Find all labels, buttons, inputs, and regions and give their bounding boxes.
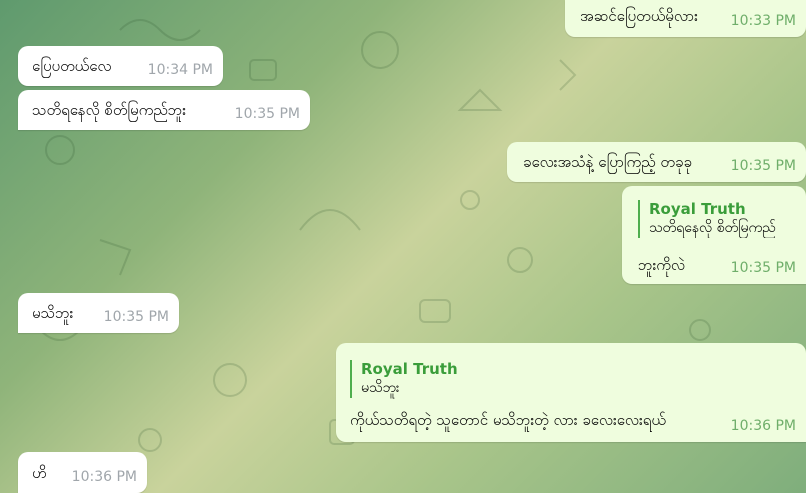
- message-bubble-incoming[interactable]: မသိဘူး 10:35 PM: [18, 293, 179, 333]
- message-bubble-outgoing-reply[interactable]: Royal Truth မသိဘူး ကိုယ်သတိရတဲ့ သူတောင် …: [336, 343, 806, 442]
- message-text: မသိဘူး: [32, 304, 74, 322]
- message-text: ကိုယ်သတိရတဲ့ သူတောင် မသိဘူးတဲ့ လား ခလေးလ…: [350, 411, 666, 429]
- message-text: ဘူးကိုလဲ: [638, 256, 685, 274]
- reply-quote[interactable]: Royal Truth မသိဘူး: [350, 360, 458, 398]
- message-bubble-incoming[interactable]: သတိရနေလို စိတ်မြကည်ဘူး 10:35 PM: [18, 90, 310, 130]
- message-text: ပြေပတယ်လေ: [32, 57, 112, 75]
- message-bubble-incoming[interactable]: ဟိ 10:36 PM: [18, 452, 147, 493]
- message-text: ဟိ: [32, 464, 47, 482]
- reply-author-name: Royal Truth: [649, 200, 746, 218]
- message-bubble-outgoing[interactable]: ခလေးအသံနဲ့ ပြောကြည့် တခုခု 10:35 PM: [507, 142, 806, 182]
- message-time: 10:33 PM: [730, 13, 796, 29]
- message-bubble-outgoing-reply[interactable]: Royal Truth သတိရနေလို စိတ်မြကည် ဘူးကိုလဲ…: [622, 186, 806, 284]
- reply-quoted-text: မသိဘူး: [361, 380, 400, 396]
- message-time: 10:35 PM: [234, 106, 300, 122]
- message-text: သတိရနေလို စိတ်မြကည်ဘူး: [32, 101, 187, 119]
- reply-quote[interactable]: Royal Truth သတိရနေလို စိတ်မြကည်: [638, 200, 806, 238]
- message-time: 10:36 PM: [730, 418, 796, 434]
- message-text: အဆင်ပြေတယ်မိုလား: [580, 7, 698, 25]
- message-bubble-incoming[interactable]: ပြေပတယ်လေ 10:34 PM: [18, 46, 223, 86]
- message-time: 10:34 PM: [147, 62, 213, 78]
- message-text: ခလေးအသံနဲ့ ပြောကြည့် တခုခု: [523, 153, 692, 171]
- message-time: 10:36 PM: [71, 469, 137, 485]
- message-time: 10:35 PM: [730, 260, 796, 276]
- reply-quoted-text: သတိရနေလို စိတ်မြကည်: [649, 220, 776, 236]
- message-bubble-outgoing[interactable]: အဆင်ပြေတယ်မိုလား 10:33 PM: [565, 0, 806, 37]
- message-time: 10:35 PM: [730, 158, 796, 174]
- reply-author-name: Royal Truth: [361, 360, 458, 378]
- message-time: 10:35 PM: [103, 309, 169, 325]
